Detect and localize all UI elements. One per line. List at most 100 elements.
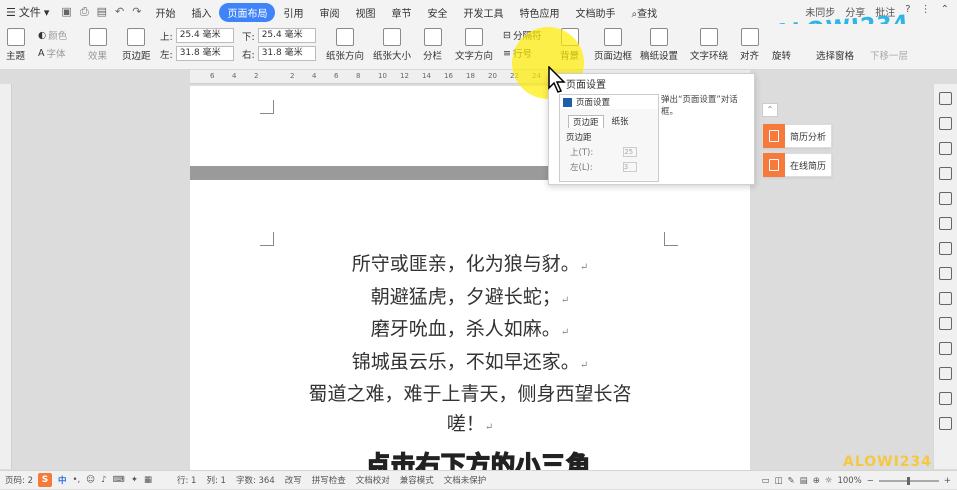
poem-line-text: 嗟！ [446, 412, 485, 435]
shapes-icon[interactable] [939, 167, 952, 180]
margin-right-input[interactable]: 31.8 毫米 [257, 46, 316, 61]
resume-analysis-card[interactable]: 简历分析 [762, 124, 832, 148]
export-icon[interactable]: ▤ [97, 5, 107, 19]
read-mode-icon[interactable]: ◫ [775, 476, 783, 486]
translate-icon[interactable] [939, 392, 952, 405]
more-icon[interactable]: ⋮ [921, 4, 931, 19]
zoom-handle[interactable] [906, 476, 910, 485]
view-mode-icon[interactable]: ▭ [761, 476, 769, 486]
table-icon[interactable] [939, 217, 952, 230]
edit-mode-icon[interactable]: ✎ [788, 476, 795, 486]
punctuation-icon[interactable]: •, [73, 475, 81, 485]
pen-icon[interactable] [939, 92, 952, 105]
poem-line: 朝避猛虎，夕避长蛇；↵ [190, 283, 750, 316]
search-label: 查找 [637, 8, 658, 20]
page-view-icon[interactable]: ▤ [800, 476, 808, 486]
ime-mode[interactable]: 中 [58, 474, 67, 486]
print-icon[interactable]: ⎙ [80, 5, 89, 19]
location-icon[interactable] [939, 142, 952, 155]
orientation-label: 纸张方向 [326, 51, 365, 62]
menu-icon: ☰ [6, 5, 16, 19]
orientation-button[interactable]: 纸张方向 [326, 28, 364, 62]
toolbox-icon[interactable]: ▦ [144, 475, 152, 485]
ruler-tick: 6 [210, 72, 215, 80]
tab-home[interactable]: 开始 [147, 5, 183, 20]
effects-button[interactable]: 效果 [88, 28, 107, 62]
poem-line-text: 磨牙吮血，杀人如麻。 [370, 318, 561, 340]
image-icon[interactable] [939, 242, 952, 255]
tab-review[interactable]: 审阅 [311, 5, 347, 20]
poem-text[interactable]: 所守或匪亲，化为狼与豺。↵ 朝避猛虎，夕避长蛇；↵ 磨牙吮血，杀人如麻。↵ 锦城… [190, 250, 750, 442]
tab-developer[interactable]: 开发工具 [455, 5, 511, 20]
zoom-in-icon[interactable]: + [944, 476, 951, 486]
columns-button[interactable]: 分栏 [423, 28, 442, 62]
redo-icon[interactable]: ↷ [132, 5, 141, 19]
align-button[interactable]: 对齐 [740, 28, 759, 62]
keyboard-icon[interactable]: ⌨ [113, 475, 125, 485]
preview-tabs: 页边距 纸张 [560, 109, 658, 128]
skin-icon[interactable]: ✦ [131, 475, 138, 485]
tab-chapter[interactable]: 章节 [383, 5, 419, 20]
text-direction-button[interactable]: 文字方向 [455, 28, 493, 62]
quick-access: ▣ ⎙ ▤ ↶ ↷ [55, 5, 147, 19]
share-icon[interactable] [939, 317, 952, 330]
margin-button[interactable]: 页边距 [122, 28, 151, 62]
spell-check[interactable]: 拼写检查 [307, 474, 351, 486]
word-count[interactable]: 字数: 364 [231, 474, 280, 486]
text-wrap-button[interactable]: 文字环绕 [690, 28, 728, 62]
manuscript-label: 稿纸设置 [640, 51, 679, 62]
mic-icon[interactable]: ♪ [101, 475, 106, 485]
margin-top-input[interactable]: 25.4 毫米 [175, 28, 234, 43]
tab-page-layout[interactable]: 页面布局 [219, 2, 276, 22]
send-backward-button[interactable]: 下移一层 [870, 48, 908, 62]
zoom-slider[interactable] [878, 476, 939, 485]
chart-icon[interactable] [939, 267, 952, 280]
collapse-panel-icon[interactable]: ⌃ [762, 103, 778, 117]
zoom-value[interactable]: 100% [837, 476, 861, 486]
overwrite-toggle[interactable]: 改写 [280, 474, 307, 486]
line-numbers-icon: ≡ [503, 47, 511, 59]
web-view-icon[interactable]: ⊕ [813, 476, 820, 486]
tab-insert[interactable]: 插入 [183, 5, 219, 20]
breaks-icon: ⊟ [503, 29, 511, 41]
margin-left-input[interactable]: 31.8 毫米 [175, 46, 234, 61]
margin-top-label: 上: [160, 31, 173, 43]
file-menu[interactable]: ☰ 文件 ▾ [0, 4, 55, 20]
tab-features[interactable]: 特色应用 [511, 5, 567, 20]
archive-icon[interactable] [939, 367, 952, 380]
tab-security[interactable]: 安全 [419, 5, 455, 20]
theme-button[interactable]: 主题 [6, 28, 25, 62]
doc-protection[interactable]: 文档未保护 [439, 474, 492, 486]
tab-view[interactable]: 视图 [347, 5, 383, 20]
color-button[interactable]: ◐ 颜色 [38, 28, 67, 43]
doc-proof[interactable]: 文档校对 [351, 474, 395, 486]
selection-pane-button[interactable]: 选择窗格 [816, 48, 854, 62]
page-border-button[interactable]: 页面边框 [594, 28, 632, 62]
font-button[interactable]: A 字体 [38, 46, 66, 61]
tab-doc-assistant[interactable]: 文档助手 [567, 5, 623, 20]
emoji-icon[interactable]: ☺ [86, 475, 95, 485]
zoom-out-icon[interactable]: − [867, 476, 874, 486]
paper-size-button[interactable]: 纸张大小 [373, 28, 411, 62]
online-resume-label: 在线简历 [790, 161, 827, 172]
paragraph-mark: ↵ [579, 359, 589, 371]
poem-line: 锦城虽云乐，不如早还家。↵ [190, 348, 750, 381]
tab-references[interactable]: 引用 [275, 5, 311, 20]
margin-bottom-input[interactable]: 25.4 毫米 [257, 28, 316, 43]
eye-care-icon[interactable]: ☼ [825, 476, 833, 486]
copy-icon[interactable] [939, 292, 952, 305]
ruler-tick: 12 [400, 72, 409, 80]
page-number[interactable]: 页码: 2 [0, 474, 38, 486]
search-box[interactable]: ⌕查找 [623, 5, 665, 20]
manuscript-button[interactable]: 稿纸设置 [640, 28, 678, 62]
save-icon[interactable]: ▣ [61, 5, 71, 19]
online-resume-card[interactable]: 在线简历 [762, 153, 832, 177]
undo-icon[interactable]: ↶ [115, 5, 124, 19]
layers-icon[interactable] [939, 192, 952, 205]
cursor-icon[interactable] [939, 117, 952, 130]
collapse-ribbon-icon[interactable]: ⌃ [941, 4, 949, 19]
rotate-button[interactable]: 旋转 [772, 48, 791, 62]
paragraph-mark: ↵ [560, 327, 570, 338]
settings-icon[interactable] [939, 417, 952, 430]
transfer-icon[interactable] [939, 342, 952, 355]
